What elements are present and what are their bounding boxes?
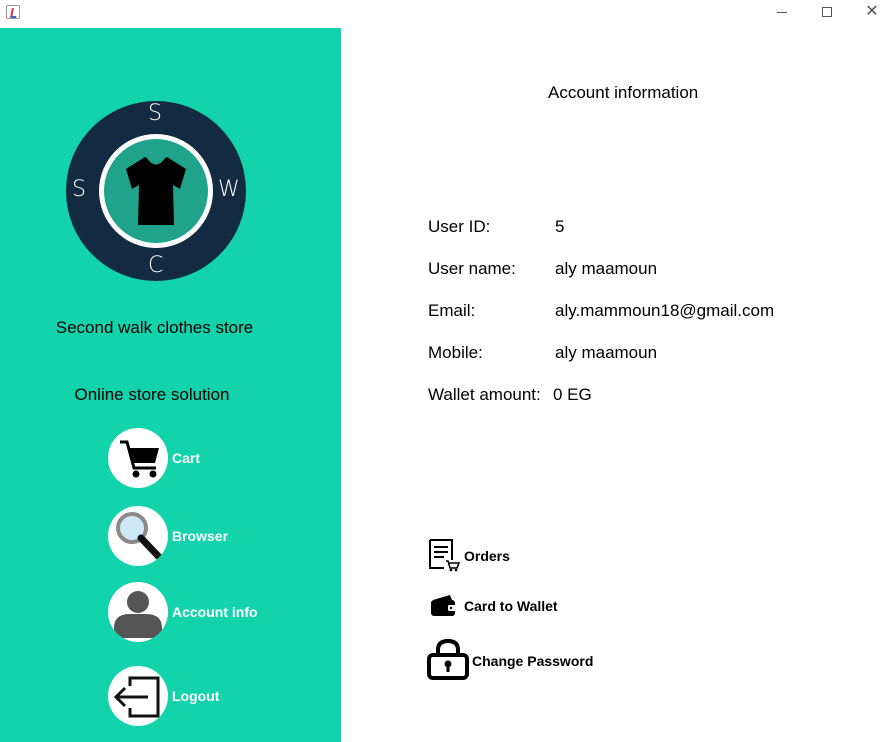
lock-icon — [427, 638, 469, 680]
minimize-button[interactable] — [760, 0, 804, 26]
account-icon-circle[interactable] — [108, 582, 168, 642]
logout-icon-circle[interactable] — [108, 666, 168, 726]
sidebar: S S W C Second walk clothes store Online… — [0, 28, 341, 742]
logo-ring — [99, 134, 213, 248]
logo-inner-circle — [104, 139, 208, 243]
mobile-label: Mobile: — [428, 343, 483, 362]
logo-letter-top: S — [148, 101, 162, 126]
orders-label: Orders — [464, 548, 510, 564]
change-password-label: Change Password — [472, 653, 594, 669]
card-to-wallet-label: Card to Wallet — [464, 598, 558, 614]
browser-icon-circle[interactable] — [108, 506, 168, 566]
logo-letter-bottom: C — [148, 253, 164, 278]
store-subtitle: Online store solution — [74, 385, 230, 404]
orders-receipt-icon — [429, 539, 460, 572]
wallet-icon — [431, 595, 456, 616]
close-icon: ✕ — [865, 3, 879, 20]
nav-account-label: Account info — [172, 604, 258, 620]
logo-letter-left: S — [72, 177, 86, 202]
user-id-label: User ID: — [428, 217, 491, 236]
user-name-value: aly maamoun — [555, 259, 658, 278]
store-name: Second walk clothes store — [55, 318, 254, 337]
email-value: aly.mammoun18@gmail.com — [555, 301, 775, 320]
card-to-wallet-button[interactable]: Card to Wallet — [430, 594, 580, 620]
minimize-icon — [777, 12, 787, 13]
logout-icon — [113, 676, 160, 718]
user-id-value: 5 — [555, 217, 565, 236]
wallet-label: Wallet amount: — [428, 385, 541, 404]
orders-button[interactable]: Orders — [428, 538, 528, 572]
store-logo: S S W C — [66, 101, 246, 281]
nav-browser-label: Browser — [172, 528, 229, 544]
close-button[interactable]: ✕ — [850, 0, 893, 26]
shirt-icon — [126, 157, 186, 225]
maximize-icon — [822, 7, 832, 17]
user-name-label: User name: — [428, 259, 516, 278]
cart-icon-circle[interactable] — [108, 428, 168, 488]
nav-cart-label: Cart — [172, 450, 201, 466]
page-title: Account information — [548, 83, 699, 102]
email-label: Email: — [428, 301, 476, 320]
user-icon — [114, 591, 162, 638]
wallet-value: 0 EG — [553, 385, 592, 404]
title-bar: ✕ — [0, 0, 893, 28]
magnifier-icon — [116, 512, 164, 562]
cart-icon — [120, 440, 159, 478]
nav-logout-label: Logout — [172, 688, 220, 704]
maximize-button[interactable] — [805, 0, 849, 26]
change-password-button[interactable]: Change Password — [427, 638, 627, 680]
logo-letter-right: W — [218, 177, 240, 202]
java-app-icon — [6, 5, 20, 19]
mobile-value: aly maamoun — [555, 343, 658, 362]
